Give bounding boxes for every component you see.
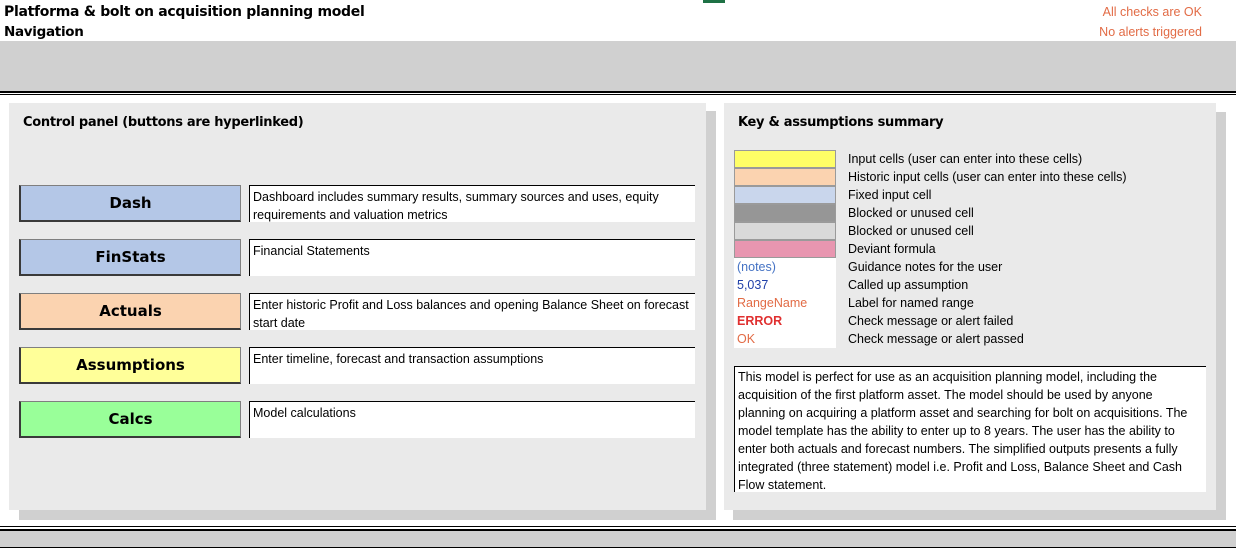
active-column-marker — [703, 0, 725, 3]
called-up-sample: 5,037 — [734, 276, 836, 294]
key-label-input: Input cells (user can enter into these c… — [848, 152, 1083, 166]
blocked-light-swatch — [734, 222, 836, 240]
key-label-blocked-light: Blocked or unused cell — [848, 224, 974, 238]
key-label-notes: Guidance notes for the user — [848, 260, 1003, 274]
dash-button[interactable]: Dash — [19, 185, 241, 222]
fixed-input-swatch — [734, 186, 836, 204]
divider-line — [0, 547, 1236, 548]
header-band — [0, 41, 1236, 91]
sheet-subtitle: Navigation — [4, 24, 84, 40]
assumptions-summary: This model is perfect for use as an acqu… — [734, 366, 1206, 492]
assumptions-description: Enter timeline, forecast and transaction… — [249, 347, 695, 384]
alerts-status: No alerts triggered — [1099, 25, 1202, 39]
actuals-description: Enter historic Profit and Loss balances … — [249, 293, 695, 330]
control-panel-title: Control panel (buttons are hyperlinked) — [23, 115, 304, 130]
key-label-error: Check message or alert failed — [848, 314, 1014, 328]
key-label-range-name: Label for named range — [848, 296, 974, 310]
actuals-button[interactable]: Actuals — [19, 293, 241, 330]
key-label-blocked-dark: Blocked or unused cell — [848, 206, 974, 220]
footer-band — [0, 531, 1236, 547]
historic-input-swatch — [734, 168, 836, 186]
calcs-description: Model calculations — [249, 401, 695, 438]
calcs-button[interactable]: Calcs — [19, 401, 241, 438]
input-cell-swatch — [734, 150, 836, 168]
model-title: Platforma & bolt on acquisition planning… — [4, 4, 365, 20]
key-label-ok: Check message or alert passed — [848, 332, 1024, 346]
sheet-header: Platforma & bolt on acquisition planning… — [0, 0, 1236, 41]
divider-line — [0, 94, 1236, 95]
divider-line — [0, 91, 1236, 93]
error-sample: ERROR — [734, 312, 836, 330]
deviant-formula-swatch — [734, 240, 836, 258]
blocked-dark-swatch — [734, 204, 836, 222]
assumptions-button[interactable]: Assumptions — [19, 347, 241, 384]
ok-sample: OK — [734, 330, 836, 348]
key-label-historic: Historic input cells (user can enter int… — [848, 170, 1127, 184]
divider-line — [0, 526, 1236, 527]
key-label-fixed: Fixed input cell — [848, 188, 932, 202]
key-label-called-up: Called up assumption — [848, 278, 969, 292]
finstats-description: Financial Statements — [249, 239, 695, 276]
dash-description: Dashboard includes summary results, summ… — [249, 185, 695, 222]
range-name-sample: RangeName — [734, 294, 836, 312]
checks-status: All checks are OK — [1102, 5, 1202, 19]
key-label-deviant: Deviant formula — [848, 242, 936, 256]
notes-sample: (notes) — [734, 258, 836, 276]
key-panel-title: Key & assumptions summary — [738, 115, 944, 130]
finstats-button[interactable]: FinStats — [19, 239, 241, 276]
